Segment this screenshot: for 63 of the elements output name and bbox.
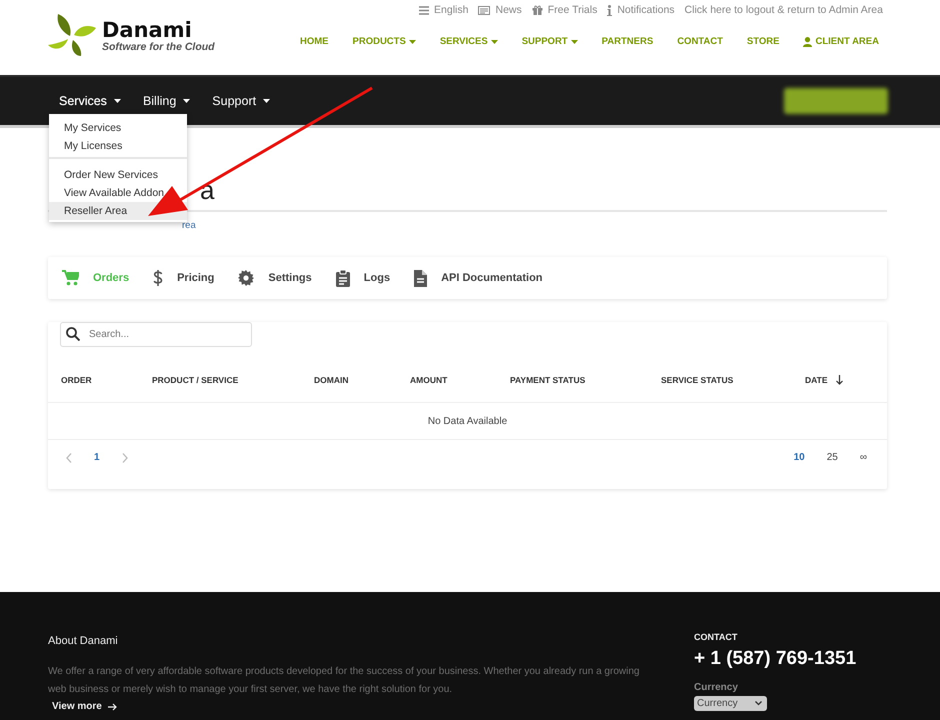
caret-icon	[183, 99, 190, 103]
currency-select[interactable]: Currency	[694, 696, 767, 711]
menu-item[interactable]: View Available Addon	[49, 184, 187, 202]
blurred-button[interactable]	[784, 88, 888, 114]
dollar-icon	[153, 270, 164, 286]
tab[interactable]: Settings	[238, 270, 312, 286]
user-icon	[803, 36, 812, 46]
gift-icon	[532, 5, 543, 15]
arrow-right-icon	[108, 702, 117, 710]
caret-icon	[114, 99, 121, 103]
footer-paragraph: We offer a range of very affordable software products developed for the success of your business. Whether you already run a growing web business or merely wish to manage your first server, we have the right solution for you.	[48, 665, 640, 697]
menu-item[interactable]: My Licenses	[49, 137, 187, 155]
tab[interactable]: Logs	[336, 270, 390, 286]
document-icon	[414, 270, 428, 286]
top-link[interactable]: English	[434, 4, 468, 16]
caret-icon	[490, 40, 498, 44]
column-header[interactable]: DOMAIN	[314, 375, 348, 385]
clipboard-icon	[336, 270, 350, 286]
search-icon	[66, 327, 80, 341]
menu-item[interactable]: My Services	[49, 119, 187, 137]
top-link[interactable]: News	[495, 4, 522, 16]
phone-number: + 1 (587) 769-1351	[694, 648, 856, 670]
previous-page-icon[interactable]	[66, 452, 72, 462]
page-size-option[interactable]: 10	[794, 452, 805, 463]
logo-tagline: Software for the Cloud	[102, 41, 215, 53]
logo-name: Danami	[102, 19, 193, 41]
leaf-logo-icon	[48, 14, 96, 58]
column-header[interactable]: PRODUCT / SERVICE	[152, 375, 238, 385]
chevron-icon	[755, 701, 762, 706]
menu-item[interactable]: Order New Services	[49, 166, 187, 184]
menu-icon	[419, 6, 430, 14]
page-size-option[interactable]: 25	[826, 452, 838, 463]
column-header[interactable]: ORDER	[61, 375, 92, 385]
menu-tab[interactable]: Support	[212, 94, 270, 108]
column-header[interactable]: AMOUNT	[410, 375, 448, 385]
top-link[interactable]: Notifications	[617, 4, 675, 16]
contact-heading: CONTACT	[694, 632, 738, 642]
menu-tab[interactable]: Billing	[142, 94, 190, 108]
caret-icon	[408, 40, 416, 44]
caret-icon	[263, 99, 270, 103]
top-link[interactable]: Click here to logout & return to Admin Area	[684, 4, 883, 16]
column-header[interactable]: PAYMENT STATUS	[510, 375, 586, 385]
tab[interactable]: API Documentation	[414, 270, 543, 286]
caret-icon	[570, 40, 578, 44]
info-icon	[607, 4, 612, 16]
sort-arrow-icon[interactable]	[836, 375, 843, 385]
breadcrumb-link[interactable]: rea	[182, 220, 196, 231]
footer-heading: About Danami	[48, 635, 119, 647]
view-more-link[interactable]: View more	[52, 701, 117, 712]
newspaper-icon	[478, 6, 490, 14]
column-header[interactable]: SERVICE STATUS	[661, 375, 734, 385]
currency-label: Currency	[694, 682, 739, 693]
menu-tab[interactable]: Services	[59, 94, 121, 108]
next-page-icon[interactable]	[122, 452, 128, 462]
empty-message: No Data Available	[428, 416, 508, 426]
tab[interactable]: Pricing	[153, 270, 214, 286]
page-number[interactable]: 1	[94, 452, 100, 463]
top-link[interactable]: Free Trials	[548, 4, 598, 16]
column-header[interactable]: DATE	[805, 375, 828, 385]
cart-icon	[62, 270, 79, 286]
search-field[interactable]: Search...	[60, 322, 252, 347]
page-size-option[interactable]: ∞	[860, 452, 867, 463]
gear-icon	[238, 270, 254, 286]
